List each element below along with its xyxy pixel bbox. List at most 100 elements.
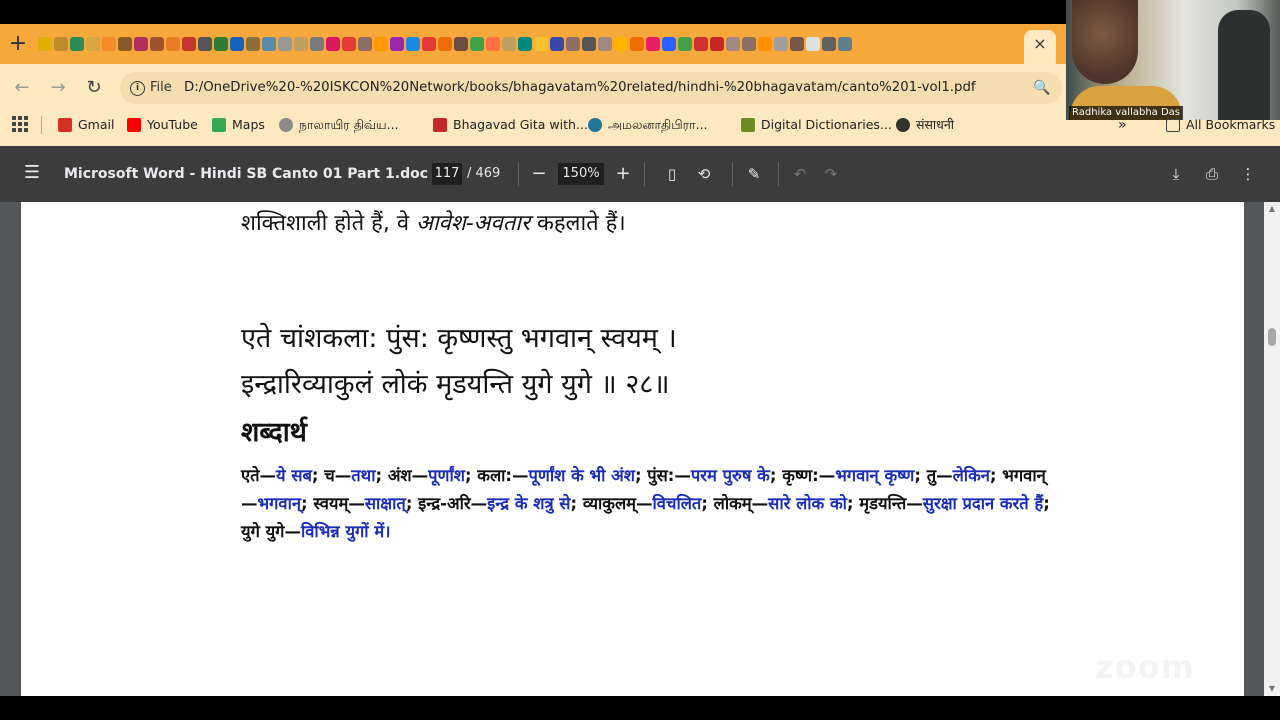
pinned-tab-favicon-icon[interactable] [374,37,388,51]
bookmark-item[interactable]: Gmail [58,115,114,135]
pinned-tab-favicon-icon[interactable] [710,37,724,51]
pinned-tab-favicon-icon[interactable] [390,37,404,51]
apps-grid-icon[interactable] [12,116,28,132]
tab-close-button[interactable]: × [1031,33,1049,55]
new-tab-button[interactable]: + [6,33,30,56]
bookmark-item[interactable]: संसाधनी [896,115,954,135]
pinned-tab-favicon-icon[interactable] [38,37,52,51]
scrollbar-thumb[interactable] [1268,328,1276,346]
pinned-tab-favicon-icon[interactable] [598,37,612,51]
pinned-tab-favicon-icon[interactable] [358,37,372,51]
pinned-tab-favicon-icon[interactable] [262,37,276,51]
pinned-tab-favicon-icon[interactable] [694,37,708,51]
bookmark-item[interactable]: நாலாயிர திவ்ய... [279,115,399,135]
pinned-tab-favicon-icon[interactable] [470,37,484,51]
pinned-tab-favicon-icon[interactable] [54,37,68,51]
zoom-level-input[interactable]: 150% [558,163,604,185]
vertical-scrollbar[interactable] [1264,202,1280,696]
pinned-tab-favicon-icon[interactable] [326,37,340,51]
pinned-tab-favicon-icon[interactable] [742,37,756,51]
folder-icon [1166,118,1180,132]
pinned-tab-favicon-icon[interactable] [822,37,836,51]
forward-button[interactable]: → [46,76,70,100]
pinned-tab-favicon-icon[interactable] [662,37,676,51]
pinned-tab-favicon-icon[interactable] [246,37,260,51]
synonym-word: कला:— [477,466,529,485]
synonym-meaning: तथा [351,466,376,485]
bookmarks-overflow-button[interactable]: » [1118,115,1127,135]
print-icon[interactable]: ⎙ [1201,163,1223,185]
pinned-tab-favicon-icon[interactable] [518,37,532,51]
pinned-tab-favicon-icon[interactable] [150,37,164,51]
pinned-tab-favicon-icon[interactable] [726,37,740,51]
pinned-tab-favicon-icon[interactable] [86,37,100,51]
pinned-tab-favicon-icon[interactable] [534,37,548,51]
pinned-tab-favicon-icon[interactable] [278,37,292,51]
redo-icon[interactable]: ↷ [820,163,842,185]
synonym-separator: ; [311,466,325,485]
zoom-magnifier-icon[interactable]: 🔍 [1032,78,1052,98]
rotate-icon[interactable]: ⟲ [693,163,715,185]
pinned-tab-favicon-icon[interactable] [406,37,420,51]
synonym-word: इन्द्र-अरि— [418,494,488,513]
pinned-tab-favicon-icon[interactable] [214,37,228,51]
pinned-tab-favicon-icon[interactable] [454,37,468,51]
file-label: File [150,80,172,95]
pinned-tab-favicon-icon[interactable] [502,37,516,51]
pinned-tab-favicon-icon[interactable] [838,37,852,51]
pinned-tab-favicon-icon[interactable] [198,37,212,51]
reload-button[interactable]: ↻ [82,76,106,100]
pinned-tab-favicon-icon[interactable] [806,37,820,51]
pinned-tab-favicon-icon[interactable] [230,37,244,51]
pinned-tab-favicon-icon[interactable] [582,37,596,51]
pinned-tab-favicon-icon[interactable] [118,37,132,51]
back-button[interactable]: ← [10,76,34,100]
pinned-tab-favicon-icon[interactable] [550,37,564,51]
bookmark-label: Digital Dictionaries... [761,117,892,132]
verse-line-1: एते चांशकला: पुंस: कृष्णस्तु भगवान् स्वय… [241,323,677,354]
pinned-tab-favicon-icon[interactable] [630,37,644,51]
pinned-tab-favicon-icon[interactable] [758,37,772,51]
pinned-tab-favicon-icon[interactable] [70,37,84,51]
synonym-meaning: साक्षात् [364,494,406,513]
zoom-out-button[interactable]: − [530,163,548,185]
fit-page-icon[interactable]: ▯ [661,163,683,185]
pinned-tab-favicon-icon[interactable] [678,37,692,51]
zoom-in-button[interactable]: + [614,163,632,185]
all-bookmarks-button[interactable]: All Bookmarks [1166,115,1275,135]
bookmark-item[interactable]: YouTube [127,115,198,135]
bookmark-label: संसाधनी [916,117,955,132]
pinned-tab-favicon-icon[interactable] [310,37,324,51]
pinned-tab-favicon-icon[interactable] [774,37,788,51]
undo-icon[interactable]: ↶ [789,163,811,185]
site-info-chip[interactable]: i File [130,78,172,98]
pinned-tab-favicon-icon[interactable] [166,37,180,51]
pinned-tab-favicon-icon[interactable] [342,37,356,51]
pinned-tab-favicon-icon[interactable] [422,37,436,51]
url-text[interactable]: D:/OneDrive%20-%20ISKCON%20Network/books… [184,78,1024,98]
annotate-pen-icon[interactable]: ✎ [743,163,765,185]
pinned-tab-favicon-icon[interactable] [646,37,660,51]
pinned-tab-favicon-icon[interactable] [790,37,804,51]
pinned-tab-favicon-icon[interactable] [486,37,500,51]
bookmark-item[interactable]: Bhagavad Gita with... [433,115,588,135]
more-options-icon[interactable]: ⋮ [1237,163,1259,185]
bookmark-item[interactable]: Maps [212,115,265,135]
page-number-input[interactable]: 117 [432,163,462,185]
download-icon[interactable]: ⤓ [1165,163,1187,185]
bottom-black-bar [0,696,1280,720]
pinned-tab-favicon-icon[interactable] [182,37,196,51]
pinned-tab-favicon-icon[interactable] [614,37,628,51]
scroll-down-arrow-icon[interactable]: ▼ [1266,684,1278,694]
pinned-tab-favicon-icon[interactable] [102,37,116,51]
scroll-up-arrow-icon[interactable]: ▲ [1266,204,1278,214]
synonym-word: च— [324,466,352,485]
hamburger-menu-icon[interactable]: ☰ [22,163,42,183]
bookmark-item[interactable]: Digital Dictionaries... [741,115,892,135]
pinned-tab-favicon-icon[interactable] [438,37,452,51]
pinned-tab-favicon-icon[interactable] [134,37,148,51]
pinned-tab-favicon-icon[interactable] [294,37,308,51]
pinned-tab-favicon-icon[interactable] [566,37,580,51]
bookmark-item[interactable]: அமலனாதிபிரா... [588,115,708,135]
synonym-separator: ; [701,494,714,513]
